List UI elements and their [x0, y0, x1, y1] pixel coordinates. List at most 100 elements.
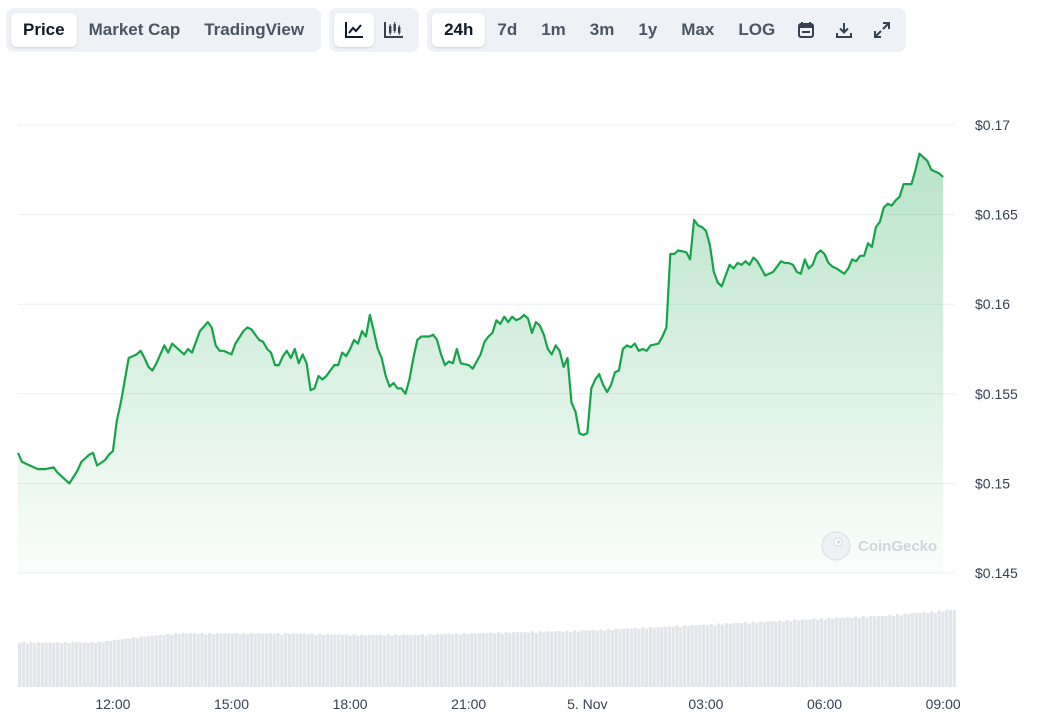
volume-bar	[223, 633, 227, 687]
volume-bar	[360, 634, 364, 687]
volume-bar	[379, 634, 383, 687]
volume-bar	[561, 631, 565, 687]
volume-bar	[774, 621, 778, 687]
volume-bar	[284, 633, 288, 687]
volume-bar	[766, 621, 770, 687]
volume-bar	[181, 633, 185, 687]
volume-bar	[71, 642, 75, 687]
volume-bar	[398, 635, 402, 687]
volume-bar	[162, 635, 166, 687]
volume-bar	[75, 642, 79, 687]
volume-bar	[242, 633, 246, 687]
volume-bar	[553, 631, 557, 687]
volume-bar	[922, 611, 926, 687]
volume-bar	[371, 634, 375, 687]
volume-bar	[911, 613, 915, 687]
volume-bar	[937, 610, 941, 687]
volume-bar	[238, 634, 242, 687]
volume-bar	[375, 635, 379, 687]
volume-bar	[819, 618, 823, 687]
volume-bar	[185, 633, 189, 687]
volume-bar	[154, 635, 158, 687]
volume-bar	[135, 638, 139, 687]
volume-bar	[664, 626, 668, 687]
volume-bar	[850, 617, 854, 687]
volume-bar	[827, 617, 831, 687]
price-chart[interactable]: $0.17$0.165$0.16$0.155$0.15$0.145 12:00 1…	[0, 0, 1037, 727]
volume-bar	[607, 629, 611, 687]
x-tick-label: 03:00	[688, 696, 723, 712]
volume-bar	[546, 631, 550, 687]
volume-bar	[949, 610, 953, 687]
volume-bar	[595, 630, 599, 687]
volume-bar	[941, 611, 945, 687]
volume-bar	[721, 624, 725, 687]
volume-bar	[557, 630, 561, 687]
volume-bar	[888, 614, 892, 687]
volume-bar	[892, 616, 896, 687]
volume-bar	[82, 642, 86, 687]
volume-bar	[196, 633, 200, 687]
volume-bar	[797, 620, 801, 687]
y-tick-label: $0.165	[975, 207, 1018, 223]
volume-bar	[793, 619, 797, 687]
watermark-text: CoinGecko	[858, 538, 937, 555]
volume-bar	[356, 635, 360, 687]
volume-bar	[466, 634, 470, 687]
volume-bar	[344, 634, 348, 687]
volume-bar	[458, 634, 462, 687]
volume-bar	[933, 612, 937, 687]
volume-bar	[132, 637, 136, 687]
volume-bar	[63, 642, 67, 687]
y-tick-label: $0.155	[975, 386, 1018, 402]
volume-bar	[367, 634, 371, 687]
volume-bar	[29, 642, 33, 687]
volume-bar	[306, 634, 310, 687]
volume-bar	[33, 642, 37, 687]
volume-bars	[18, 610, 956, 687]
y-tick-label: $0.17	[975, 117, 1010, 133]
volume-bar	[329, 634, 333, 687]
volume-bar	[538, 631, 542, 687]
volume-bar	[314, 635, 318, 687]
volume-bar	[515, 632, 519, 687]
x-tick-label: 15:00	[214, 696, 249, 712]
volume-bar	[926, 613, 930, 687]
volume-bar	[652, 627, 656, 687]
volume-bar	[409, 635, 413, 687]
volume-bar	[470, 633, 474, 687]
volume-bar	[500, 633, 504, 687]
volume-bar	[394, 634, 398, 687]
volume-bar	[523, 631, 527, 687]
volume-bar	[743, 622, 747, 687]
x-axis: 12:00 15:00 18:00 21:00 5. Nov 03:00 06:00 09:0…	[95, 696, 961, 712]
volume-bar	[629, 628, 633, 687]
volume-bar	[363, 635, 367, 687]
volume-bar	[322, 635, 326, 687]
volume-bar	[405, 635, 409, 687]
volume-bar	[759, 621, 763, 687]
volume-bar	[101, 642, 105, 687]
volume-bar	[496, 632, 500, 687]
volume-bar	[740, 623, 744, 687]
volume-bar	[785, 619, 789, 687]
volume-bar	[626, 628, 630, 687]
volume-bar	[683, 625, 687, 687]
volume-bar	[200, 633, 204, 687]
volume-bar	[116, 639, 120, 687]
volume-bar	[880, 615, 884, 687]
volume-bar	[208, 633, 212, 687]
volume-bar	[641, 627, 645, 687]
x-tick-label: 09:00	[926, 696, 961, 712]
volume-bar	[747, 623, 751, 687]
volume-bar	[842, 617, 846, 687]
volume-bar	[109, 641, 113, 687]
x-tick-label: 5. Nov	[567, 696, 607, 712]
volume-bar	[485, 633, 489, 687]
volume-bar	[728, 623, 732, 687]
volume-bar	[443, 634, 447, 687]
volume-bar	[257, 633, 261, 687]
y-tick-label: $0.15	[975, 475, 1010, 491]
volume-bar	[808, 619, 812, 687]
y-tick-label: $0.145	[975, 565, 1018, 581]
